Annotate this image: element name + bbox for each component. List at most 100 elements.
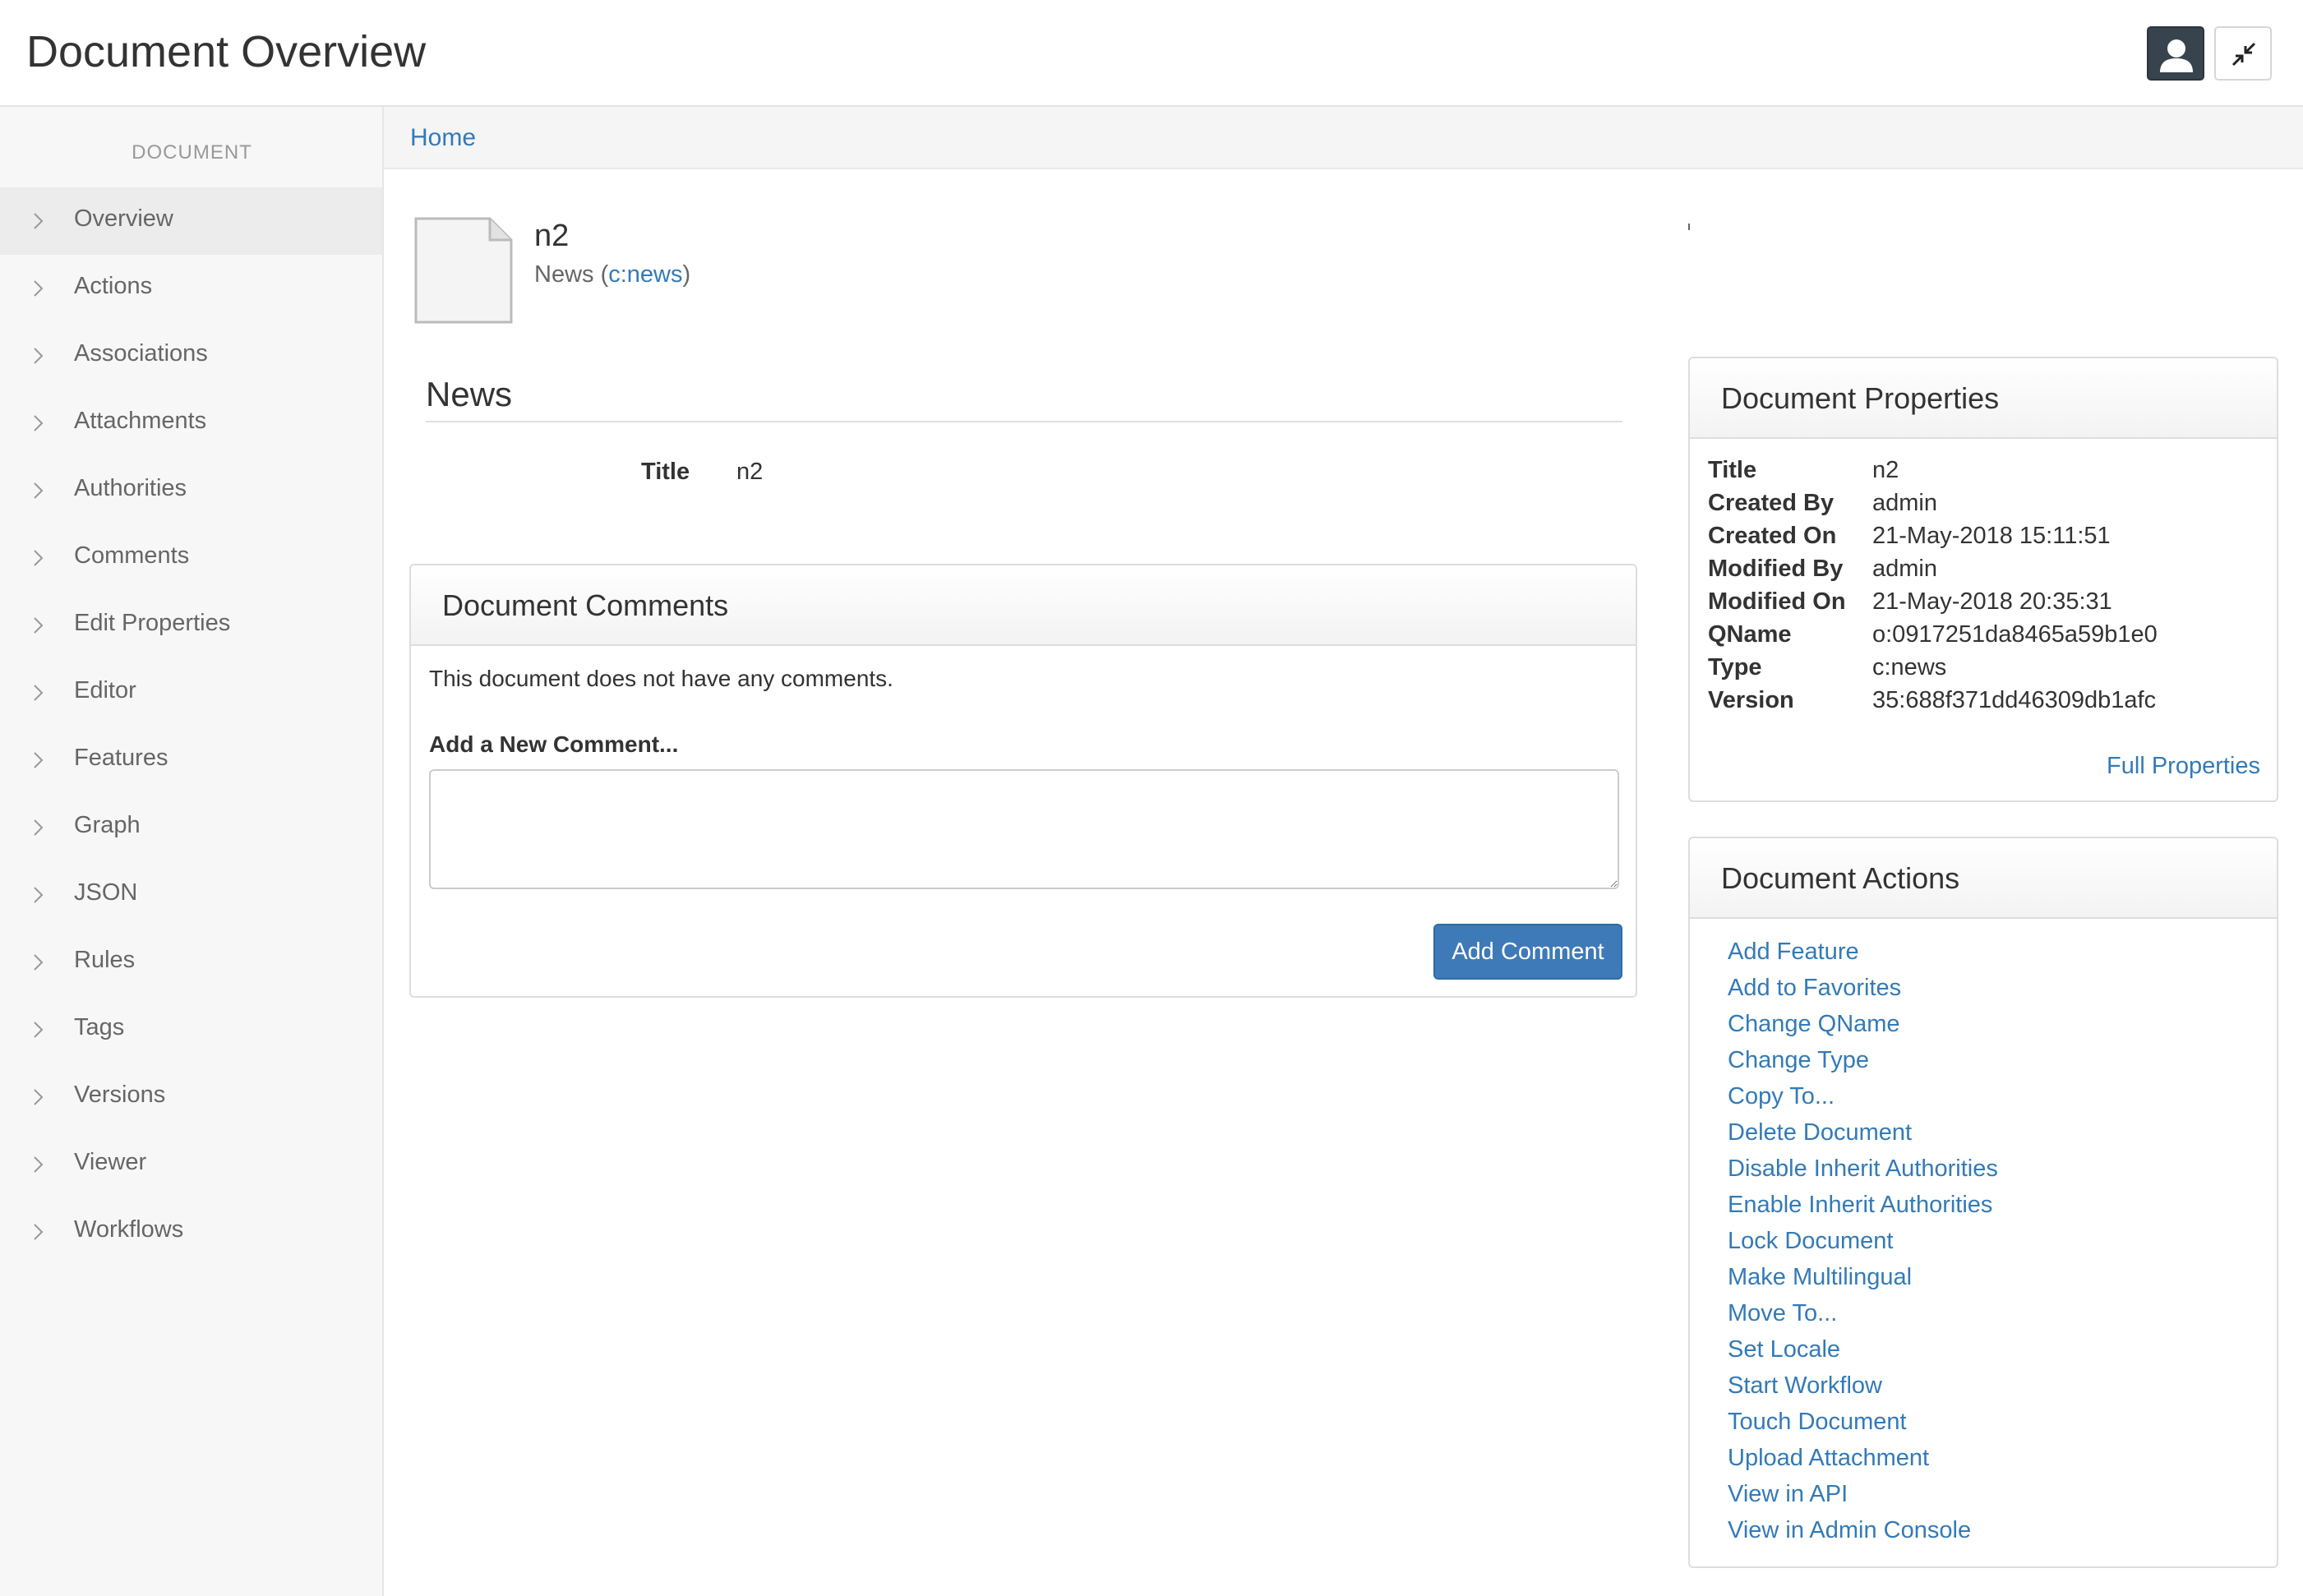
sidebar-item-actions[interactable]: Actions (0, 255, 382, 322)
chevron-right-icon (34, 819, 44, 836)
property-key: Modified By (1708, 556, 1844, 582)
chevron-right-icon (34, 1156, 44, 1173)
actions-list: Add Feature Add to Favorites Change QName C… (1728, 937, 1998, 1552)
sidebar-item-label: Attachments (74, 408, 207, 434)
chevron-right-icon (34, 887, 44, 903)
document-type: News (c:news) (534, 261, 690, 288)
sidebar-item-label: Graph (74, 812, 141, 838)
sidebar-item-label: JSON (74, 879, 138, 906)
sidebar-item-versions[interactable]: Versions (0, 1063, 382, 1131)
properties-panel-title: Document Properties (1721, 381, 2000, 415)
actions-panel: Document Actions Add Feature Add to Favor… (1688, 837, 2278, 1568)
sidebar-item-editor[interactable]: Editor (0, 659, 382, 727)
property-value[interactable]: admin (1872, 556, 1937, 583)
action-link[interactable]: Copy To... (1728, 1083, 1835, 1109)
action-item-set-locale: Set Locale (1728, 1335, 1998, 1371)
sidebar-item-graph[interactable]: Graph (0, 794, 382, 861)
action-link[interactable]: Change Type (1728, 1047, 1869, 1073)
sidebar-item-authorities[interactable]: Authorities (0, 457, 382, 524)
document-type-link[interactable]: c:news (608, 261, 682, 288)
action-link[interactable]: Upload Attachment (1728, 1445, 1929, 1471)
sidebar-heading: DOCUMENT (132, 141, 252, 164)
sidebar-item-associations[interactable]: Associations (0, 322, 382, 390)
property-value[interactable]: 35:688f371dd46309db1afc (1872, 687, 2156, 714)
action-item-start-workflow: Start Workflow (1728, 1371, 1998, 1407)
collapse-button[interactable] (2214, 26, 2272, 81)
breadcrumb-home-link[interactable]: Home (410, 124, 476, 152)
action-link[interactable]: Add Feature (1728, 939, 1859, 965)
chevron-right-icon (34, 1089, 44, 1105)
add-comment-label: Add a New Comment... (429, 731, 679, 757)
action-link[interactable]: View in API (1728, 1481, 1848, 1507)
property-key: Type (1708, 654, 1762, 680)
action-item-disable-inherit-authorities: Disable Inherit Authorities (1728, 1154, 1998, 1190)
full-properties-link[interactable]: Full Properties (2107, 753, 2260, 780)
property-value[interactable]: admin (1872, 490, 1937, 517)
document-type-open: ( (593, 261, 609, 288)
property-row-title: Title n2 (1708, 457, 2267, 490)
sidebar-item-label: Authorities (74, 475, 187, 501)
sidebar-item-features[interactable]: Features (0, 727, 382, 794)
no-comments-text: This document does not have any comments… (429, 666, 893, 691)
actions-panel-title: Document Actions (1721, 861, 1960, 895)
sidebar-item-edit-properties[interactable]: Edit Properties (0, 592, 382, 659)
action-item-upload-attachment: Upload Attachment (1728, 1443, 1998, 1479)
document-icon (414, 217, 513, 324)
user-avatar-button[interactable] (2147, 26, 2204, 81)
property-value[interactable]: c:news (1872, 654, 1946, 681)
comments-panel-title: Document Comments (442, 588, 729, 622)
action-item-enable-inherit-authorities: Enable Inherit Authorities (1728, 1190, 1998, 1226)
action-link[interactable]: Move To... (1728, 1300, 1837, 1326)
action-link[interactable]: Change QName (1728, 1011, 1900, 1037)
property-value: n2 (1872, 457, 1899, 483)
chevron-right-icon (34, 280, 44, 297)
action-item-view-in-api: View in API (1728, 1479, 1998, 1515)
comment-textarea[interactable] (429, 769, 1619, 889)
action-link[interactable]: Delete Document (1728, 1119, 1912, 1146)
sidebar-item-workflows[interactable]: Workflows (0, 1198, 382, 1266)
page-header: Document Overview (0, 0, 2303, 107)
action-item-lock-document: Lock Document (1728, 1226, 1998, 1262)
sidebar-item-label: Associations (74, 340, 208, 367)
action-link[interactable]: Start Workflow (1728, 1372, 1882, 1399)
chevron-right-icon (34, 617, 44, 634)
property-key: QName (1708, 621, 1792, 648)
add-comment-button[interactable]: Add Comment (1433, 924, 1622, 980)
property-value: o:0917251da8465a59b1e0 (1872, 621, 2158, 648)
property-row-modified-by: Modified By admin (1708, 556, 2267, 588)
property-key: Modified On (1708, 588, 1846, 615)
property-key: Created On (1708, 523, 1837, 549)
document-type-close: ) (682, 261, 691, 288)
action-item-move-to: Move To... (1728, 1298, 1998, 1335)
sidebar-nav: Overview Actions Associations Attachments Au… (0, 187, 382, 1266)
sidebar-item-label: Editor (74, 677, 136, 703)
sidebar-item-rules[interactable]: Rules (0, 929, 382, 996)
aspect-field-value: n2 (736, 459, 764, 485)
sidebar-item-overview[interactable]: Overview (0, 187, 382, 255)
sidebar-item-comments[interactable]: Comments (0, 524, 382, 592)
aspect-title: News (426, 375, 513, 413)
aspect-divider (426, 421, 1622, 422)
action-link[interactable]: Set Locale (1728, 1336, 1840, 1363)
sidebar-item-attachments[interactable]: Attachments (0, 390, 382, 457)
action-link[interactable]: Make Multilingual (1728, 1264, 1912, 1290)
action-link[interactable]: Add to Favorites (1728, 975, 1901, 1001)
sidebar-item-tags[interactable]: Tags (0, 996, 382, 1063)
action-link[interactable]: Touch Document (1728, 1409, 1907, 1435)
properties-panel: Document Properties Title n2 Created By adm… (1688, 357, 2278, 802)
action-link[interactable]: View in Admin Console (1728, 1517, 1971, 1543)
sidebar-item-json[interactable]: JSON (0, 861, 382, 929)
chevron-right-icon (34, 1022, 44, 1038)
action-link[interactable]: Enable Inherit Authorities (1728, 1192, 1992, 1218)
action-link[interactable]: Lock Document (1728, 1228, 1894, 1254)
chevron-right-icon (34, 213, 44, 229)
action-item-change-qname: Change QName (1728, 1009, 1998, 1045)
chevron-right-icon (34, 752, 44, 768)
action-link[interactable]: Disable Inherit Authorities (1728, 1155, 1998, 1182)
sidebar-item-viewer[interactable]: Viewer (0, 1131, 382, 1198)
action-item-change-type: Change Type (1728, 1045, 1998, 1082)
sidebar-item-label: Overview (74, 205, 173, 232)
chevron-right-icon (34, 482, 44, 499)
aspect-field-label: Title (641, 459, 690, 485)
breadcrumb: Home (384, 107, 2303, 169)
